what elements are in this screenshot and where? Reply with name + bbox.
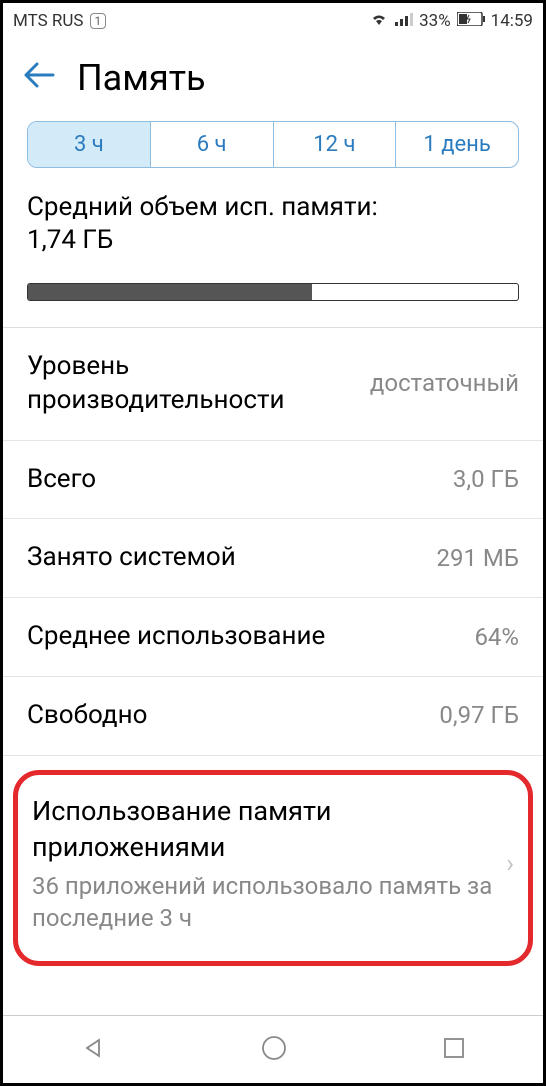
average-memory-block: Средний объем исп. памяти: 1,74 ГБ [3, 190, 543, 269]
memory-progress-bar [27, 283, 519, 301]
status-bar: MTS RUS 1 33% 14:59 [3, 3, 543, 39]
avg-value: 1,74 ГБ [27, 225, 519, 255]
row-label: Всего [27, 463, 453, 497]
row-value: 64% [474, 622, 519, 653]
row-total[interactable]: Всего 3,0 ГБ [3, 441, 543, 520]
memory-progress-fill [28, 284, 312, 300]
clock-time: 14:59 [491, 11, 533, 31]
battery-icon [457, 11, 485, 31]
signal-icon [395, 11, 413, 32]
page-title: Память [77, 57, 206, 99]
app-usage-title: Использование памяти приложениями [32, 793, 496, 866]
time-range-tabs: 3 ч 6 ч 12 ч 1 день [27, 121, 519, 168]
row-label: Уровень производительности [27, 350, 370, 418]
tab-6h[interactable]: 6 ч [151, 122, 274, 167]
row-value: 0,97 ГБ [439, 700, 519, 731]
row-performance[interactable]: Уровень производительности достаточный [3, 328, 543, 441]
tab-1day[interactable]: 1 день [396, 122, 518, 167]
app-memory-usage-item[interactable]: Использование памяти приложениями 36 при… [13, 770, 533, 966]
row-label: Среднее использование [27, 620, 474, 654]
row-avg-use[interactable]: Среднее использование 64% [3, 598, 543, 677]
nav-back-icon[interactable] [81, 1036, 105, 1064]
tab-3h[interactable]: 3 ч [28, 122, 151, 167]
back-icon[interactable] [23, 62, 55, 94]
row-label: Свободно [27, 699, 439, 733]
nav-recent-icon[interactable] [443, 1037, 465, 1063]
row-free[interactable]: Свободно 0,97 ГБ [3, 677, 543, 756]
chevron-right-icon: › [496, 849, 514, 879]
navigation-bar [3, 1015, 543, 1083]
header: Память [3, 39, 543, 121]
wifi-icon [369, 11, 389, 32]
row-label: Занято системой [27, 541, 437, 575]
app-usage-subtitle: 36 приложений использовало память за пос… [32, 870, 496, 935]
row-value: 291 МБ [437, 543, 520, 574]
row-value: достаточный [370, 368, 519, 399]
row-value: 3,0 ГБ [453, 464, 519, 495]
row-system[interactable]: Занято системой 291 МБ [3, 519, 543, 598]
tab-12h[interactable]: 12 ч [274, 122, 397, 167]
carrier-label: MTS RUS [13, 11, 84, 31]
avg-label: Средний объем исп. памяти: [27, 190, 519, 225]
battery-pct: 33% [419, 11, 451, 31]
sim-badge: 1 [90, 13, 107, 29]
nav-home-icon[interactable] [261, 1035, 287, 1065]
